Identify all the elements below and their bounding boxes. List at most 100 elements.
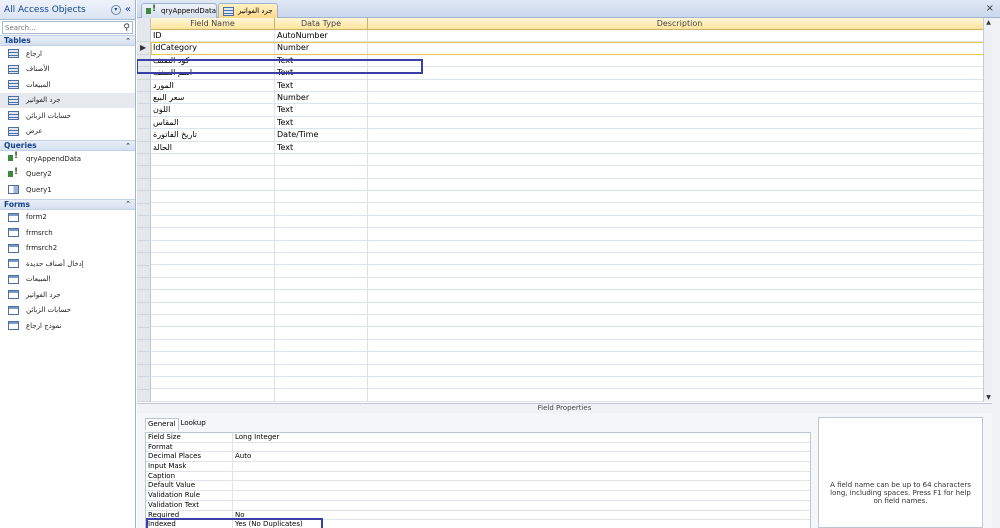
field-name-cell[interactable] [151,153,275,167]
table-row[interactable]: المقاس Text [151,116,992,130]
data-type-cell[interactable]: Number [275,91,368,105]
data-type-cell[interactable] [275,327,368,340]
description-cell[interactable] [368,302,992,315]
form-item[interactable]: جرد الفواتير [0,287,135,303]
table-item[interactable]: ارجاع [0,46,135,62]
description-cell[interactable] [368,277,992,291]
row-selector[interactable] [137,191,151,204]
table-row[interactable] [151,191,992,204]
data-type-cell[interactable] [275,314,368,328]
description-cell[interactable] [368,203,992,216]
row-selector[interactable] [137,104,151,117]
search-icon[interactable]: ⚲ [123,23,130,33]
property-row[interactable]: Validation Rule [146,491,810,501]
row-selector[interactable] [137,290,151,303]
form-item[interactable]: حسابات الزبائن [0,303,135,319]
property-row[interactable]: Default Value [146,481,810,492]
property-row[interactable]: Caption [146,471,810,482]
row-selector[interactable] [137,352,151,365]
header-field-name[interactable]: Field Name [151,18,275,30]
tab-lookup[interactable]: Lookup [179,418,208,430]
row-selector[interactable] [137,30,151,43]
row-selector[interactable] [137,142,151,154]
data-type-cell[interactable]: Date/Time [275,129,368,142]
row-selector[interactable] [137,154,151,167]
data-type-cell[interactable] [275,389,368,402]
table-row[interactable]: ID AutoNumber [151,30,992,43]
form-item[interactable]: frmsrch [0,225,135,241]
field-name-cell[interactable] [151,166,275,179]
field-name-cell[interactable] [151,314,275,328]
table-row[interactable] [151,166,992,179]
data-type-cell[interactable] [275,339,368,353]
row-selector[interactable] [137,80,151,92]
row-selector[interactable] [137,266,151,278]
group-header-forms[interactable]: Forms ⌃ [0,198,135,210]
row-selector[interactable] [137,179,151,192]
property-row[interactable]: Format [146,442,810,453]
row-selector[interactable] [137,228,151,241]
tab-invoice-inventory[interactable]: جرد الفواتير [218,3,278,18]
table-row[interactable] [151,364,992,377]
table-row[interactable]: الحالة Text [151,141,992,154]
data-type-cell[interactable] [275,265,368,278]
table-row[interactable] [151,290,992,303]
property-value[interactable] [233,481,810,490]
form-item[interactable]: form2 [0,210,135,226]
field-name-cell[interactable]: سعر البيع [151,91,275,105]
description-cell[interactable] [368,116,992,130]
description-cell[interactable] [368,265,992,278]
table-row[interactable] [151,389,992,402]
description-cell[interactable] [368,166,992,179]
description-cell[interactable] [368,314,992,328]
field-name-cell[interactable] [151,265,275,278]
description-cell[interactable] [368,352,992,365]
table-item[interactable]: حسابات الزبائن [0,108,135,124]
description-cell[interactable] [368,376,992,390]
table-row[interactable] [151,376,992,390]
field-name-cell[interactable] [151,203,275,216]
row-selector[interactable] [137,315,151,328]
collapse-chevron-icon[interactable]: ⌃ [125,200,131,208]
field-name-cell[interactable] [151,228,275,241]
table-row[interactable] [151,265,992,278]
description-cell[interactable] [368,253,992,266]
field-name-cell[interactable]: IdCategory [151,42,275,55]
property-row[interactable]: Validation Text [146,500,810,511]
description-cell[interactable] [368,153,992,167]
description-cell[interactable] [368,364,992,377]
table-row[interactable] [151,277,992,291]
table-row[interactable]: IdCategory Number [151,42,992,55]
row-selector[interactable] [137,328,151,340]
row-selector[interactable] [137,303,151,316]
field-name-cell[interactable] [151,253,275,266]
table-row[interactable]: سعر البيع Number [151,91,992,105]
collapse-chevron-icon[interactable]: ⌃ [125,37,131,45]
description-cell[interactable] [368,339,992,353]
tab-qryappenddata[interactable]: qryAppendData [141,3,217,18]
data-type-cell[interactable]: Number [275,42,368,55]
data-type-cell[interactable] [275,215,368,229]
data-type-cell[interactable] [275,178,368,192]
description-cell[interactable] [368,54,992,68]
query-item[interactable]: qryAppendData [0,151,135,167]
group-header-tables[interactable]: Tables ⌃ [0,35,135,46]
property-row[interactable]: Input Mask [146,462,810,472]
close-document-icon[interactable]: × [986,3,994,14]
data-type-cell[interactable] [275,153,368,167]
description-cell[interactable] [368,389,992,402]
query-item[interactable]: Query1 [0,182,135,198]
row-selector[interactable] [137,253,151,266]
table-row[interactable] [151,339,992,353]
data-type-cell[interactable] [275,203,368,216]
data-type-cell[interactable] [275,352,368,365]
header-description[interactable]: Description [368,18,992,30]
property-value[interactable]: Auto [233,452,810,461]
row-selector[interactable] [137,278,151,291]
description-cell[interactable] [368,79,992,92]
data-type-cell[interactable]: Text [275,79,368,92]
shutter-bar-close-icon[interactable]: « [125,4,131,15]
table-row[interactable] [151,302,992,315]
field-name-cell[interactable]: ID [151,30,275,43]
table-item[interactable]: المبيعات [0,77,135,93]
